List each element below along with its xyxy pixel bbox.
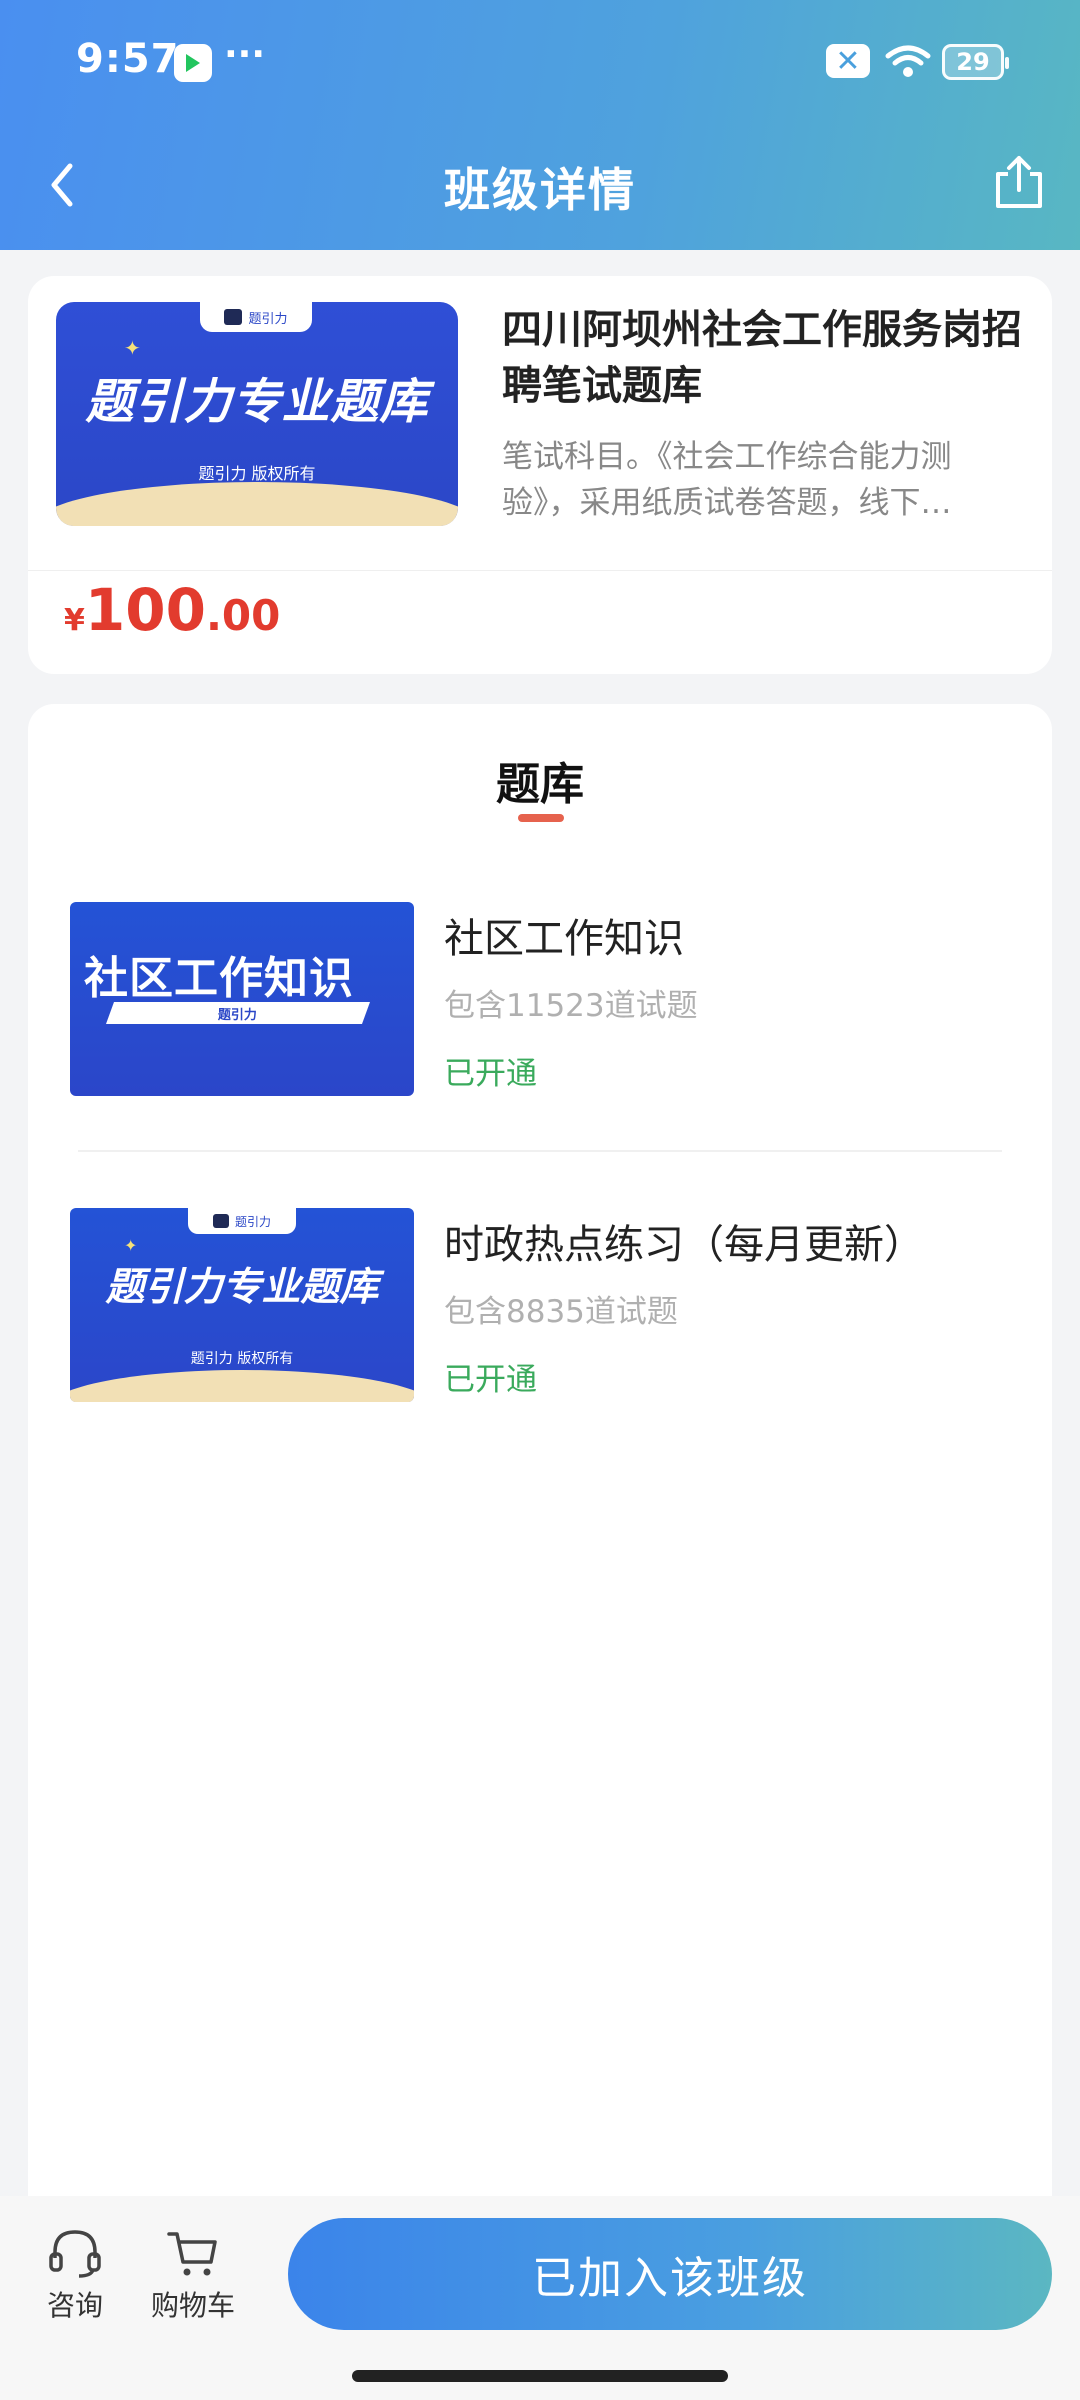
cart-button[interactable]: 购物车	[138, 2226, 248, 2346]
wifi-icon	[885, 45, 931, 77]
banner-copyright: 题引力 版权所有	[198, 464, 316, 483]
class-price: ¥100.00	[64, 576, 280, 644]
nav-bar: 班级详情	[0, 140, 1080, 230]
thumb-copyright: 题引力 版权所有	[190, 1351, 294, 1367]
thumb-headline: 社区工作知识	[84, 953, 354, 1004]
brand-logo-icon	[212, 1214, 229, 1228]
price-integer: 100	[84, 576, 206, 644]
question-bank-thumbnail: 社区工作知识 题引力	[70, 902, 414, 1096]
card-divider	[28, 570, 1052, 571]
question-bank-item[interactable]: 题引力 ✦ 题引力专业题库 题引力 版权所有 时政热点练习（每月更新） 包含88…	[70, 1208, 1020, 1404]
thumb-subtext-bar: 题引力	[105, 1002, 371, 1024]
sparkle-icon: ✦	[124, 336, 141, 360]
question-bank-card: 题库 社区工作知识 题引力 社区工作知识 包含11523道试题 已开通 题引力 …	[28, 704, 1052, 2204]
battery-icon: 29	[942, 44, 1009, 80]
header-background: 9:57 ··· ✕ 29 班级详情	[0, 0, 1080, 250]
question-bank-item[interactable]: 社区工作知识 题引力 社区工作知识 包含11523道试题 已开通	[70, 902, 1020, 1098]
page-title: 班级详情	[444, 163, 636, 217]
banner-logo-tab: 题引力	[200, 302, 312, 332]
class-info-card: 题引力 ✦ 题引力专业题库 题引力 版权所有 四川阿坝州社会工作服务岗招聘笔试题…	[28, 276, 1052, 674]
price-currency: ¥	[64, 603, 85, 638]
shopping-cart-icon	[167, 2232, 217, 2276]
class-description: 笔试科目。《社会工作综合能力测验》，采用纸质试卷答题，线下…	[502, 439, 952, 521]
item-divider	[78, 1150, 1002, 1152]
item-question-count: 包含11523道试题	[444, 988, 698, 1024]
more-notifications-icon: ···	[224, 34, 266, 75]
app-notification-icon	[174, 44, 212, 82]
cart-label: 购物车	[150, 2289, 235, 2322]
item-title: 时政热点练习（每月更新）	[444, 1222, 924, 1268]
sparkle-icon: ✦	[124, 1236, 138, 1255]
status-time: 9:57	[76, 36, 180, 82]
thumb-tab-label: 题引力	[234, 1214, 271, 1229]
price-decimal: .00	[205, 591, 281, 640]
item-status: 已开通	[444, 1056, 537, 1092]
item-status: 已开通	[444, 1362, 537, 1398]
section-title: 题库	[496, 759, 584, 810]
home-indicator[interactable]	[352, 2370, 728, 2382]
share-icon[interactable]	[990, 152, 1048, 212]
item-title: 社区工作知识	[444, 916, 684, 962]
sim-off-icon: ✕	[826, 44, 870, 79]
joined-class-button[interactable]: 已加入该班级	[288, 2218, 1052, 2330]
headset-icon	[49, 2230, 101, 2278]
thumb-logo-tab: 题引力	[188, 1208, 296, 1234]
class-cover-image: 题引力 ✦ 题引力专业题库 题引力 版权所有	[56, 302, 458, 526]
item-question-count: 包含8835道试题	[444, 1294, 678, 1330]
question-bank-thumbnail: 题引力 ✦ 题引力专业题库 题引力 版权所有	[70, 1208, 414, 1402]
banner-headline: 题引力专业题库	[85, 374, 429, 430]
brand-logo-icon	[224, 309, 243, 325]
thumb-subtext: 题引力	[218, 1007, 258, 1023]
consult-label: 咨询	[46, 2289, 103, 2322]
section-underline	[518, 814, 564, 822]
thumb-headline: 题引力专业题库	[105, 1265, 379, 1310]
consult-button[interactable]: 咨询	[20, 2226, 130, 2346]
thumb-wave	[70, 1370, 414, 1402]
banner-tab-label: 题引力	[248, 311, 288, 327]
banner-wave	[56, 482, 458, 526]
status-bar: 9:57 ··· ✕ 29	[0, 30, 1080, 96]
class-title: 四川阿坝州社会工作服务岗招聘笔试题库	[502, 307, 1022, 409]
